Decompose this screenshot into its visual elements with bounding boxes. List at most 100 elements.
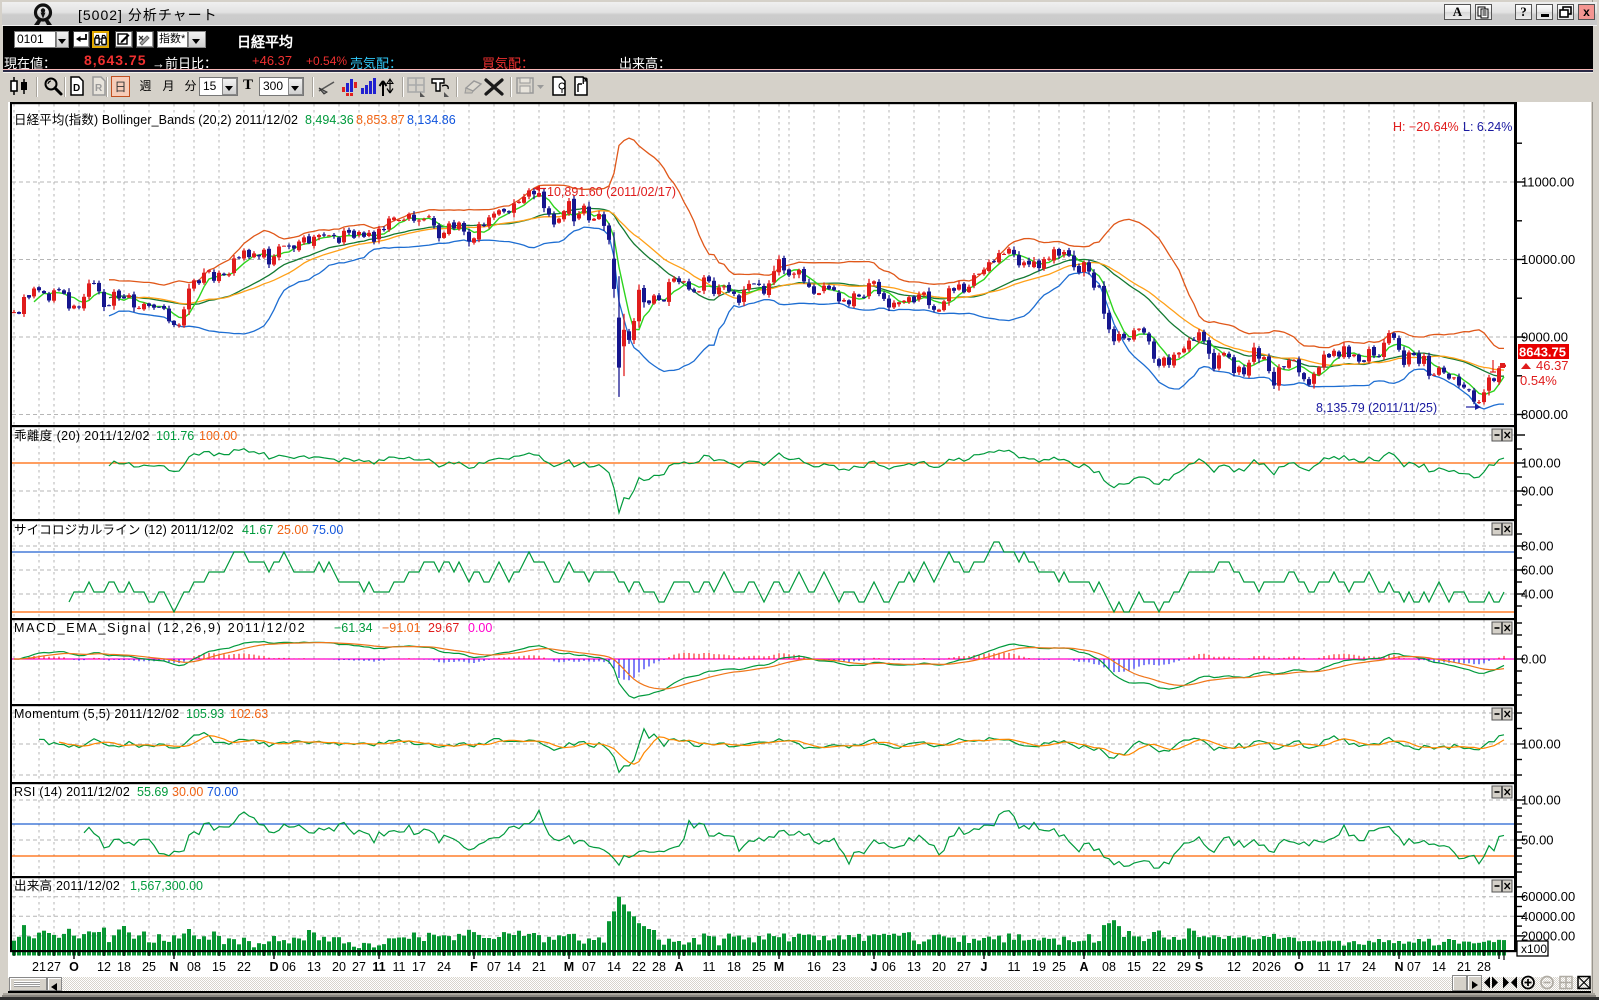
svg-text:乖離度 (20) 2011/12/02: 乖離度 (20) 2011/12/02 bbox=[14, 428, 150, 443]
svg-text:A: A bbox=[674, 960, 683, 974]
svg-text:25: 25 bbox=[1052, 960, 1066, 974]
svg-text:25.00: 25.00 bbox=[277, 523, 308, 537]
svg-text:22: 22 bbox=[1152, 960, 1166, 974]
svg-text:24: 24 bbox=[437, 960, 451, 974]
svg-text:MACD_EMA_Signal (12,26,9) 2011: MACD_EMA_Signal (12,26,9) 2011/12/02 bbox=[14, 621, 306, 635]
svg-text:A: A bbox=[1079, 960, 1088, 974]
svg-text:28: 28 bbox=[1477, 960, 1491, 974]
svg-text:21: 21 bbox=[32, 960, 46, 974]
svg-text:25: 25 bbox=[752, 960, 766, 974]
svg-text:13: 13 bbox=[907, 960, 921, 974]
svg-text:17: 17 bbox=[1337, 960, 1351, 974]
svg-text:F: F bbox=[470, 960, 478, 974]
svg-text:8,134.86: 8,134.86 bbox=[407, 113, 456, 127]
svg-text:8000.00: 8000.00 bbox=[1521, 407, 1568, 422]
svg-text:M: M bbox=[564, 960, 574, 974]
svg-text:14: 14 bbox=[1432, 960, 1446, 974]
svg-text:12: 12 bbox=[97, 960, 111, 974]
svg-text:8,135.79 (2011/11/25): 8,135.79 (2011/11/25) bbox=[1316, 401, 1437, 415]
svg-text:O: O bbox=[1294, 960, 1304, 974]
svg-text:16: 16 bbox=[807, 960, 821, 974]
svg-text:90.00: 90.00 bbox=[1521, 484, 1554, 499]
svg-text:07: 07 bbox=[1407, 960, 1421, 974]
svg-text:28: 28 bbox=[652, 960, 666, 974]
svg-text:100.00: 100.00 bbox=[1521, 793, 1561, 808]
svg-text:102.63: 102.63 bbox=[230, 707, 268, 721]
svg-text:29: 29 bbox=[1177, 960, 1191, 974]
svg-text:80.00: 80.00 bbox=[1521, 539, 1554, 554]
svg-text:14: 14 bbox=[507, 960, 521, 974]
svg-text:25: 25 bbox=[142, 960, 156, 974]
svg-text:20: 20 bbox=[332, 960, 346, 974]
svg-text:60000.00: 60000.00 bbox=[1521, 889, 1575, 904]
svg-text:J: J bbox=[871, 960, 878, 974]
svg-text:21: 21 bbox=[1457, 960, 1471, 974]
svg-text:サイコロジカルライン (12) 2011/12/02: サイコロジカルライン (12) 2011/12/02 bbox=[14, 523, 234, 537]
svg-text:19: 19 bbox=[1032, 960, 1046, 974]
svg-text:27: 27 bbox=[47, 960, 61, 974]
svg-text:08: 08 bbox=[1102, 960, 1116, 974]
svg-text:75.00: 75.00 bbox=[312, 523, 343, 537]
svg-text:0.00: 0.00 bbox=[468, 621, 492, 635]
svg-text:15: 15 bbox=[212, 960, 226, 974]
svg-text:11000.00: 11000.00 bbox=[1521, 175, 1574, 190]
svg-text:55.69: 55.69 bbox=[137, 785, 168, 799]
svg-text:L: 6.24%: L: 6.24% bbox=[1463, 120, 1512, 134]
svg-text:10,891.60 (2011/02/17): 10,891.60 (2011/02/17) bbox=[547, 185, 676, 199]
svg-text:H: −20.64%: H: −20.64% bbox=[1393, 120, 1459, 134]
svg-text:0.00: 0.00 bbox=[1521, 652, 1546, 667]
svg-text:11: 11 bbox=[1318, 960, 1331, 974]
svg-text:14: 14 bbox=[607, 960, 621, 974]
svg-text:105.93: 105.93 bbox=[186, 707, 224, 721]
svg-text:18: 18 bbox=[117, 960, 131, 974]
svg-text:70.00: 70.00 bbox=[207, 785, 238, 799]
svg-text:x100: x100 bbox=[1521, 942, 1547, 956]
svg-text:60.00: 60.00 bbox=[1521, 563, 1554, 578]
svg-text:RSI (14) 2011/12/02: RSI (14) 2011/12/02 bbox=[14, 785, 130, 799]
svg-text:40.00: 40.00 bbox=[1521, 587, 1554, 602]
svg-text:27: 27 bbox=[957, 960, 971, 974]
svg-text:24: 24 bbox=[1362, 960, 1376, 974]
svg-text:J: J bbox=[981, 960, 988, 974]
svg-text:07: 07 bbox=[487, 960, 501, 974]
svg-text:20: 20 bbox=[1252, 960, 1266, 974]
svg-text:07: 07 bbox=[582, 960, 596, 974]
svg-text:10000.00: 10000.00 bbox=[1521, 252, 1575, 267]
svg-text:20: 20 bbox=[932, 960, 946, 974]
svg-text:11: 11 bbox=[393, 960, 406, 974]
svg-text:100.00: 100.00 bbox=[199, 429, 237, 443]
svg-text:D: D bbox=[73, 83, 80, 94]
svg-text:11: 11 bbox=[1008, 960, 1021, 974]
svg-text:1,567,300.00: 1,567,300.00 bbox=[130, 879, 203, 893]
svg-text:29.67: 29.67 bbox=[428, 621, 459, 635]
svg-text:N: N bbox=[169, 960, 178, 974]
svg-text:08: 08 bbox=[187, 960, 201, 974]
svg-text:06: 06 bbox=[882, 960, 896, 974]
svg-text:41.67: 41.67 bbox=[242, 523, 273, 537]
svg-text:O: O bbox=[69, 960, 79, 974]
svg-text:22: 22 bbox=[632, 960, 646, 974]
svg-text:M: M bbox=[774, 960, 784, 974]
svg-text:101.76: 101.76 bbox=[156, 429, 194, 443]
svg-text:22: 22 bbox=[237, 960, 251, 974]
svg-text:D: D bbox=[269, 960, 278, 974]
svg-text:日経平均(指数) Bollinger_Bands (20,2: 日経平均(指数) Bollinger_Bands (20,2) 2011/12/… bbox=[14, 112, 298, 127]
svg-text:21: 21 bbox=[532, 960, 546, 974]
svg-text:13: 13 bbox=[307, 960, 321, 974]
svg-text:S: S bbox=[1195, 960, 1203, 974]
svg-text:30.00: 30.00 bbox=[172, 785, 203, 799]
svg-text:出来高 2011/12/02: 出来高 2011/12/02 bbox=[14, 878, 120, 893]
svg-text:−91.01: −91.01 bbox=[382, 621, 421, 635]
svg-text:12: 12 bbox=[1227, 960, 1241, 974]
svg-text:R: R bbox=[95, 83, 103, 94]
svg-text:0.54%: 0.54% bbox=[1520, 373, 1557, 388]
svg-text:46.37: 46.37 bbox=[1536, 358, 1569, 373]
svg-text:27: 27 bbox=[352, 960, 366, 974]
svg-text:N: N bbox=[1394, 960, 1403, 974]
svg-text:50.00: 50.00 bbox=[1521, 833, 1554, 848]
svg-text:23: 23 bbox=[832, 960, 846, 974]
svg-text:17: 17 bbox=[412, 960, 426, 974]
svg-text:26: 26 bbox=[1267, 960, 1281, 974]
svg-text:100.00: 100.00 bbox=[1521, 737, 1561, 752]
svg-text:11: 11 bbox=[703, 960, 716, 974]
